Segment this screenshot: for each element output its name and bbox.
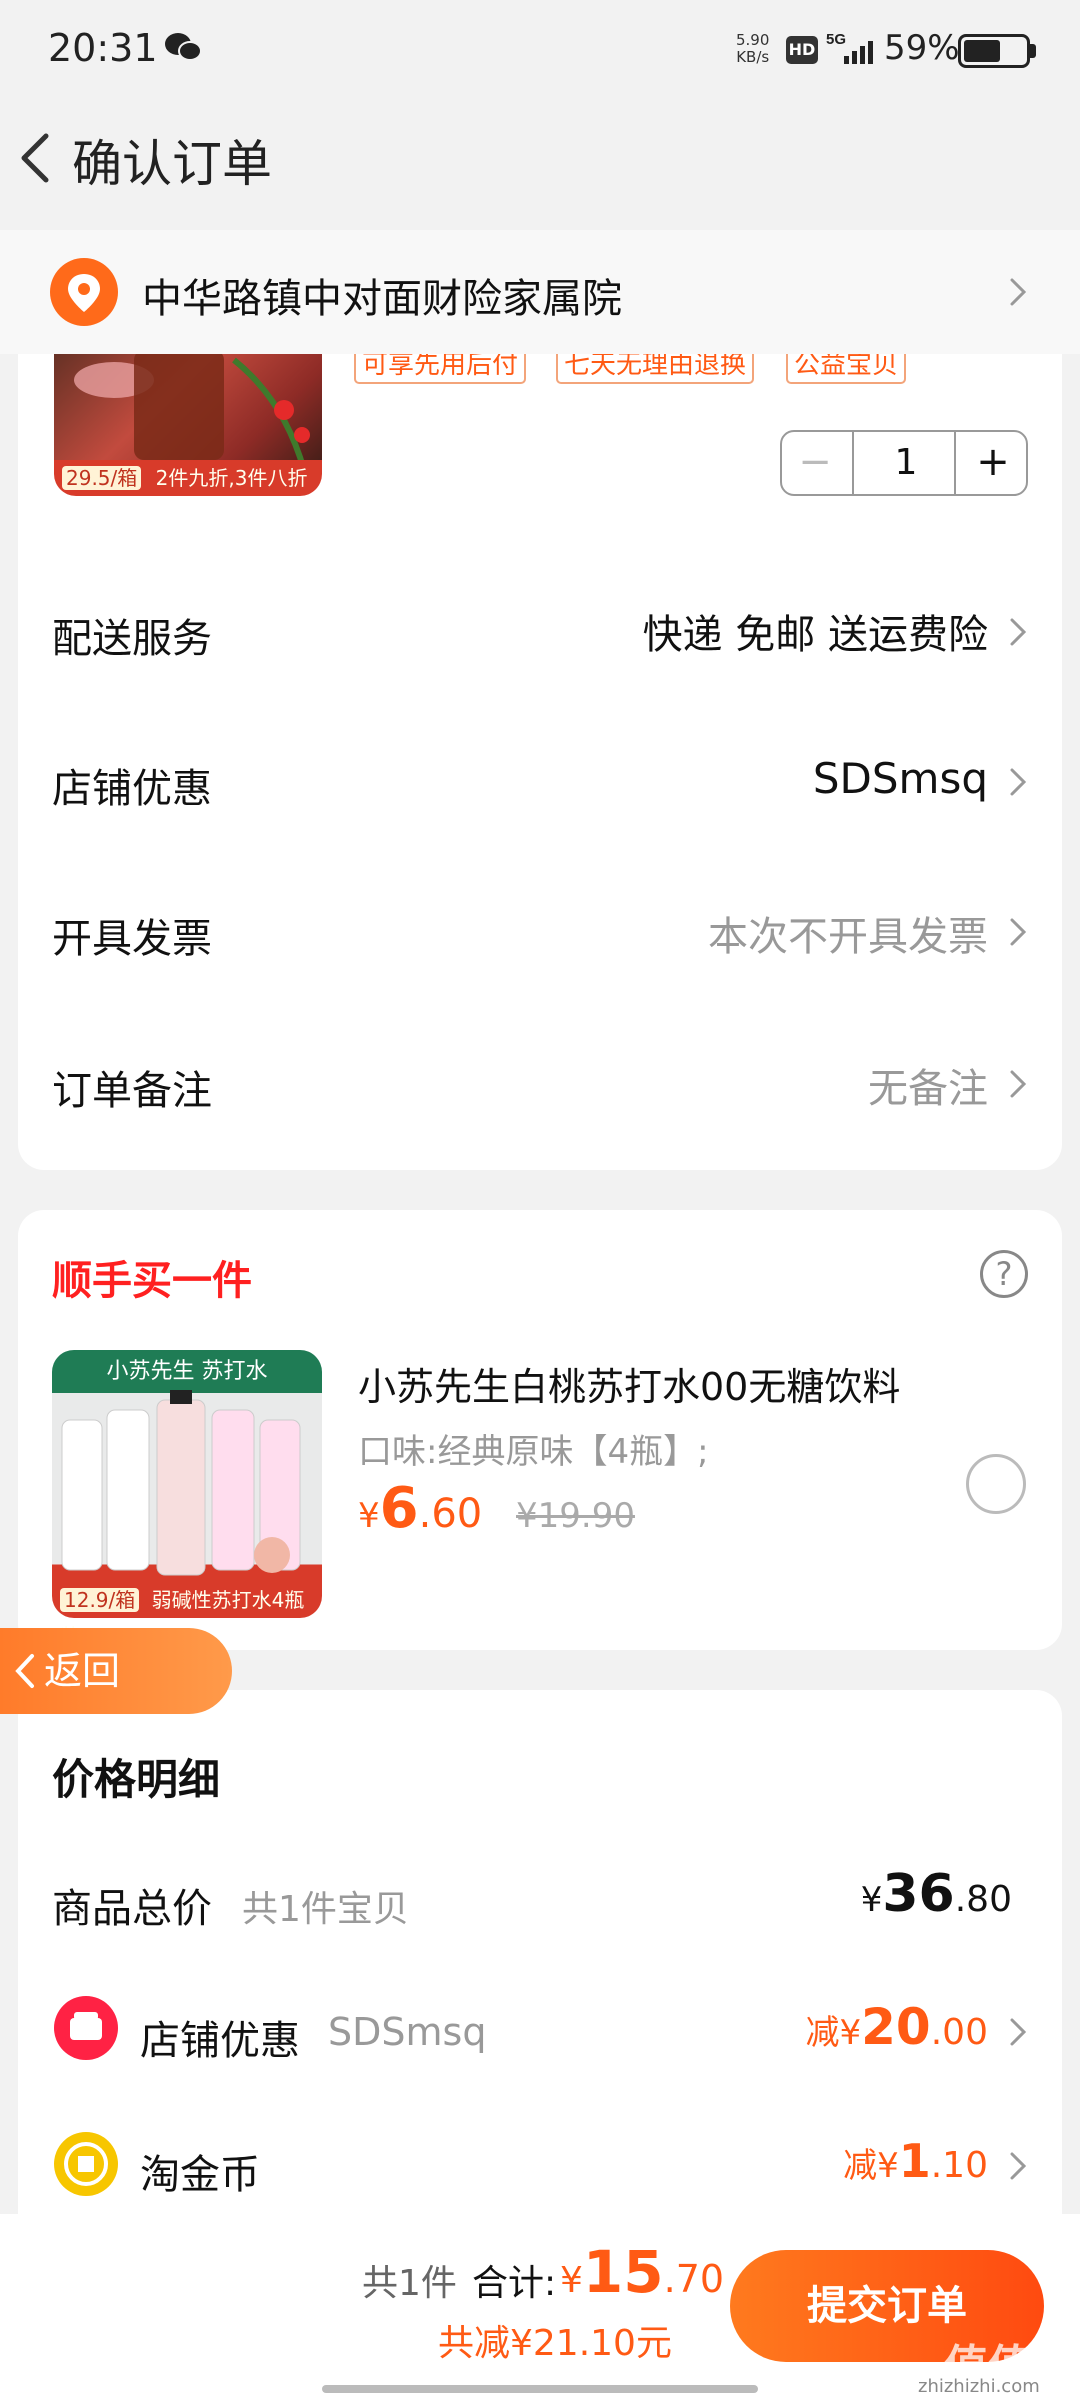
store-discount-value[interactable]: 减¥20.00	[806, 1998, 989, 2056]
coin-discount-prefix: 减¥	[843, 2146, 899, 2186]
price-detail-title: 价格明细	[52, 1755, 221, 1804]
store-discount-label: 店铺优惠	[140, 2018, 300, 2064]
addon-price-int: 6	[379, 1476, 419, 1541]
bottom-total-symbol: ¥	[560, 2260, 583, 2301]
coin-discount-int: 1	[898, 2134, 931, 2188]
svg-text:5G: 5G	[826, 31, 846, 48]
addon-select-radio[interactable]	[966, 1454, 1026, 1514]
row-note-value[interactable]: 无备注	[868, 1056, 988, 1114]
wechat-icon	[165, 33, 202, 61]
product-image-promo: 29.5/箱 2件九折,3件八折	[54, 460, 322, 496]
total-price: ¥36.80	[861, 1864, 1012, 1924]
addon-image-promo: 12.9/箱 弱碱性苏打水4瓶装	[52, 1582, 322, 1648]
addon-product-spec: 口味:经典原味【4瓶】;	[358, 1432, 709, 1472]
total-symbol: ¥	[860, 1880, 883, 1920]
store-discount-sub: SDSmsq	[328, 2010, 487, 2054]
row-store-discount-label: 店铺优惠	[52, 766, 212, 812]
store-discount-prefix: 减¥	[805, 2013, 862, 2053]
chevron-right-icon	[1010, 618, 1027, 646]
addon-original-price: ¥19.90	[516, 1496, 635, 1536]
row-invoice-label: 开具发票	[52, 916, 212, 962]
chevron-right-icon	[1010, 918, 1027, 946]
row-store-discount-value[interactable]: SDSmsq	[813, 754, 988, 803]
stepper-divider	[852, 432, 854, 494]
address-text[interactable]: 中华路镇中对面财险家属院	[142, 266, 622, 324]
row-delivery-label: 配送服务	[52, 616, 212, 662]
battery-tip	[1030, 44, 1036, 58]
addon-product-name[interactable]: 小苏先生白桃苏打水00无糖饮料	[358, 1356, 900, 1411]
bottom-total-dec: .70	[663, 2257, 725, 2301]
page-title: 确认订单	[72, 135, 272, 193]
chevron-right-icon	[1010, 2152, 1027, 2180]
increment-button[interactable]: +	[962, 432, 1024, 494]
total-label-bottom: 合计:	[472, 2263, 557, 2304]
home-indicator[interactable]	[322, 2385, 758, 2393]
product-image-promo-text: 2件九折,3件八折	[155, 466, 308, 490]
net-speed-unit: KB/s	[736, 48, 770, 66]
hd-badge: HD	[786, 36, 818, 64]
battery-percent: 59%	[884, 28, 960, 68]
coin-discount-value[interactable]: 减¥1.10	[843, 2134, 988, 2188]
addon-image-price: 12.9/箱	[60, 1588, 140, 1612]
total-dec: .80	[954, 1879, 1012, 1920]
store-discount-int: 20	[861, 1998, 931, 2056]
coin-icon	[54, 2132, 118, 2196]
status-time: 20:31	[48, 26, 158, 70]
bottom-total-int: 15	[582, 2238, 664, 2306]
addon-price-dec: .60	[418, 1491, 483, 1537]
help-icon[interactable]: ?	[980, 1250, 1028, 1298]
row-delivery-value[interactable]: 快递 免邮 送运费险	[643, 602, 988, 660]
back-arrow-icon[interactable]	[14, 128, 58, 188]
net-speed: 5.90 KB/s	[736, 32, 769, 66]
row-note-label: 订单备注	[52, 1068, 212, 1114]
store-icon	[54, 1996, 118, 2060]
saved-amount: 共减¥21.10元	[438, 2323, 672, 2364]
addon-price-symbol: ¥	[358, 1496, 380, 1536]
chevron-left-icon	[15, 1654, 34, 1688]
bottom-total-price: ¥15.70	[560, 2238, 724, 2306]
float-back-label: 返回	[44, 1649, 121, 1693]
row-invoice-value[interactable]: 本次不开具发票	[708, 904, 988, 962]
watermark-url: zhizhizhi.com	[918, 2376, 1040, 2397]
product-image-price: 29.5/箱	[62, 466, 142, 490]
signal-5g-icon: 5G	[826, 31, 873, 64]
net-speed-value: 5.90	[736, 31, 770, 49]
location-pin-icon	[50, 258, 118, 326]
chevron-right-icon	[1010, 278, 1027, 306]
total-int: 36	[882, 1864, 955, 1924]
chevron-right-icon	[1010, 768, 1027, 796]
addon-price: ¥6.60	[358, 1476, 482, 1541]
item-count: 共1件	[362, 2263, 457, 2304]
addon-title: 顺手买一件	[52, 1258, 252, 1304]
total-sub: 共1件宝贝	[242, 1889, 409, 1930]
battery-level	[964, 40, 1000, 62]
chevron-right-icon	[1010, 2018, 1027, 2046]
decrement-button[interactable]: −	[785, 432, 845, 494]
coin-discount-dec: .10	[930, 2145, 988, 2186]
store-discount-dec: .00	[930, 2012, 988, 2053]
total-label: 商品总价	[52, 1886, 212, 1932]
chevron-right-icon	[1010, 1070, 1027, 1098]
quantity-value[interactable]: 1	[856, 432, 956, 494]
addon-image-header: 小苏先生 苏打水	[106, 1359, 268, 1384]
coin-label: 淘金币	[140, 2152, 260, 2198]
